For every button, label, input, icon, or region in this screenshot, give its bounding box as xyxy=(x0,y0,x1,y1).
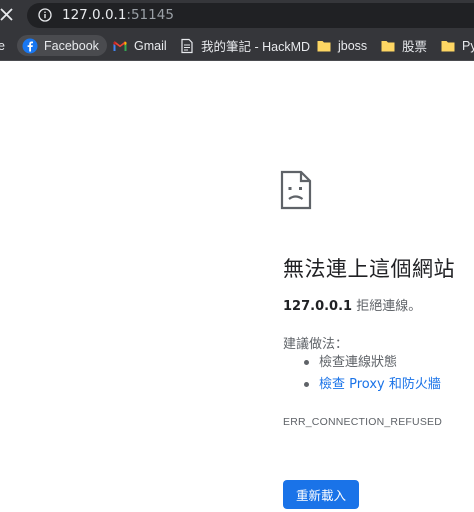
info-icon[interactable] xyxy=(38,8,52,22)
bookmark-gmail[interactable]: Gmail xyxy=(112,35,167,56)
folder-icon xyxy=(317,40,331,51)
error-summary-text: 拒絕連線。 xyxy=(352,299,422,314)
url-host: 127.0.0.1 xyxy=(62,7,127,23)
bookmark-label: Gmail xyxy=(134,38,167,53)
bookmark-folder-jboss[interactable]: jboss xyxy=(316,35,367,56)
error-host: 127.0.0.1 xyxy=(283,299,353,314)
reload-button[interactable]: 重新載入 xyxy=(283,480,359,509)
error-title: 無法連上這個網站 xyxy=(283,257,455,281)
folder-icon xyxy=(441,40,455,51)
error-code: ERR_CONNECTION_REFUSED xyxy=(283,416,443,428)
suggestion-check-proxy-link[interactable]: 檢查 Proxy 和防火牆 xyxy=(283,374,441,396)
browser-toolbar: 127.0.0.1:51145 xyxy=(0,0,474,31)
suggestions-list: 檢查連線狀態 檢查 Proxy 和防火牆 xyxy=(283,352,441,396)
bookmark-label: e xyxy=(0,38,5,53)
close-icon[interactable] xyxy=(0,5,16,25)
bookmark-label: Py xyxy=(462,38,474,53)
sad-page-icon xyxy=(280,170,312,210)
bookmark-item[interactable]: e xyxy=(0,35,5,56)
gmail-icon xyxy=(113,40,127,51)
bookmark-hackmd[interactable]: 我的筆記 - HackMD xyxy=(179,35,310,56)
bookmarks-bar: e Facebook Gmail 我的筆記 - HackMD jboss 股票 … xyxy=(0,31,474,61)
folder-icon xyxy=(381,40,395,51)
bookmark-facebook[interactable]: Facebook xyxy=(17,35,107,56)
bookmark-label: 股票 xyxy=(402,40,428,54)
bookmark-label: Facebook xyxy=(44,38,99,53)
bookmark-label: jboss xyxy=(338,38,368,53)
bookmark-label: 我的筆記 - HackMD xyxy=(201,40,311,54)
url-port: :51145 xyxy=(126,7,174,23)
facebook-icon xyxy=(22,38,38,53)
bookmark-folder-stocks[interactable]: 股票 xyxy=(380,35,427,56)
suggestion-check-connection: 檢查連線狀態 xyxy=(283,352,441,374)
page-icon xyxy=(181,38,193,53)
suggestions-label: 建議做法： xyxy=(283,337,349,352)
bookmark-folder-py[interactable]: Py xyxy=(440,35,474,56)
url-text[interactable]: 127.0.0.1:51145 xyxy=(62,5,174,25)
error-summary: 127.0.0.1 拒絕連線。 xyxy=(283,295,421,314)
